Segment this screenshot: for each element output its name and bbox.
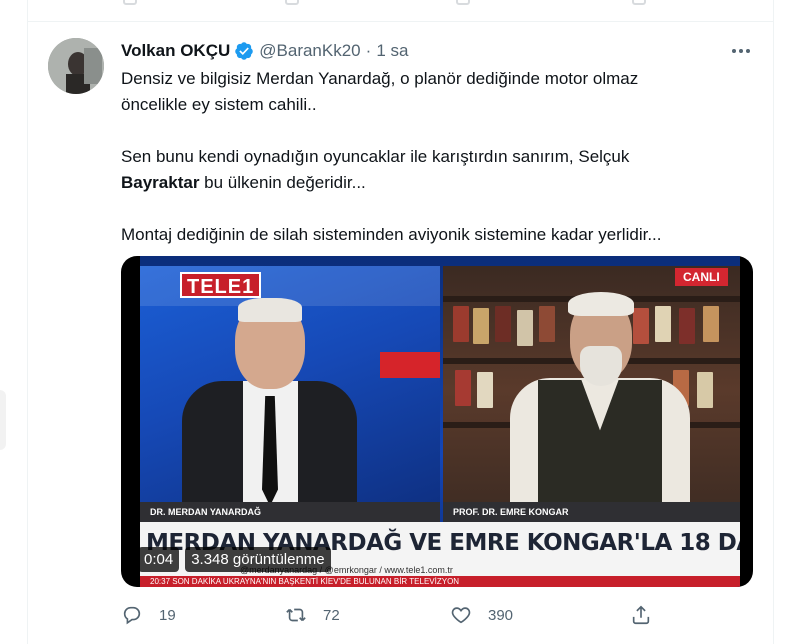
reply-count: 19 bbox=[159, 606, 176, 624]
retweet-button[interactable]: 72 bbox=[285, 600, 340, 630]
like-count: 390 bbox=[488, 606, 514, 624]
tweet-text-fragment: bu ülkenin değeridir... bbox=[199, 173, 366, 192]
author-name[interactable]: Volkan OKÇU bbox=[121, 41, 230, 61]
video-views: 3.348 görüntülenme bbox=[185, 547, 331, 572]
retweet-icon[interactable] bbox=[285, 604, 307, 626]
reply-icon[interactable] bbox=[123, 0, 137, 5]
right-caption: PROF. DR. EMRE KONGAR bbox=[443, 502, 740, 522]
page-edge-shadow bbox=[0, 390, 6, 450]
separator-dot: · bbox=[365, 41, 372, 60]
tweet-text: Densiz ve bilgisiz Merdan Yanardağ, o pl… bbox=[121, 66, 721, 248]
video-duration: 0:04 bbox=[138, 547, 180, 572]
studio-red-stripe bbox=[380, 352, 440, 378]
channel-logo: TELE1 bbox=[180, 272, 262, 298]
more-icon[interactable] bbox=[728, 42, 754, 60]
author-handle[interactable]: @BaranKk20 bbox=[259, 41, 360, 61]
share-icon[interactable] bbox=[630, 604, 652, 626]
avatar[interactable] bbox=[48, 38, 104, 94]
tweet-text-line: Bayraktar bu ülkenin değeridir... bbox=[121, 170, 721, 196]
video-frame: TELE1 CANLI DR. MERDAN YANARDAĞ PROF. DR… bbox=[140, 256, 740, 587]
video-overlay: 0:04 3.348 görüntülenme bbox=[138, 547, 331, 574]
tweet-actions: 19 72 390 bbox=[0, 600, 796, 630]
reply-icon[interactable] bbox=[121, 604, 143, 626]
tweet-header: Volkan OKÇU @BaranKk20 · 1 sa bbox=[121, 40, 408, 62]
share-icon[interactable] bbox=[632, 0, 646, 5]
left-caption: DR. MERDAN YANARDAĞ bbox=[140, 502, 440, 522]
tweet-text-line: Montaj dediğinin de silah sisteminden av… bbox=[121, 225, 662, 244]
like-icon[interactable] bbox=[450, 604, 472, 626]
retweet-count: 72 bbox=[323, 606, 340, 624]
like-button[interactable]: 390 bbox=[450, 600, 513, 630]
tweet-time[interactable]: 1 sa bbox=[376, 41, 408, 61]
live-badge: CANLI bbox=[675, 268, 728, 286]
tweet-text-line: Sen bunu kendi oynadığın oyuncaklar ile … bbox=[121, 147, 630, 166]
verified-badge-icon bbox=[234, 41, 254, 61]
previous-tweet-actions bbox=[28, 0, 773, 22]
reply-button[interactable]: 19 bbox=[121, 600, 176, 630]
tweet-text-line: Densiz ve bilgisiz Merdan Yanardağ, o pl… bbox=[121, 69, 639, 88]
retweet-icon[interactable] bbox=[285, 0, 299, 5]
news-ticker: 20:37 SON DAKİKA UKRAYNA'NIN BAŞKENTİ Kİ… bbox=[140, 576, 740, 587]
share-button[interactable] bbox=[630, 600, 652, 630]
like-icon[interactable] bbox=[456, 0, 470, 5]
video-player[interactable]: TELE1 CANLI DR. MERDAN YANARDAĞ PROF. DR… bbox=[121, 256, 753, 587]
tweet-text-line: öncelikle ey sistem cahili.. bbox=[121, 95, 317, 114]
bold-mention: Bayraktar bbox=[121, 173, 200, 192]
